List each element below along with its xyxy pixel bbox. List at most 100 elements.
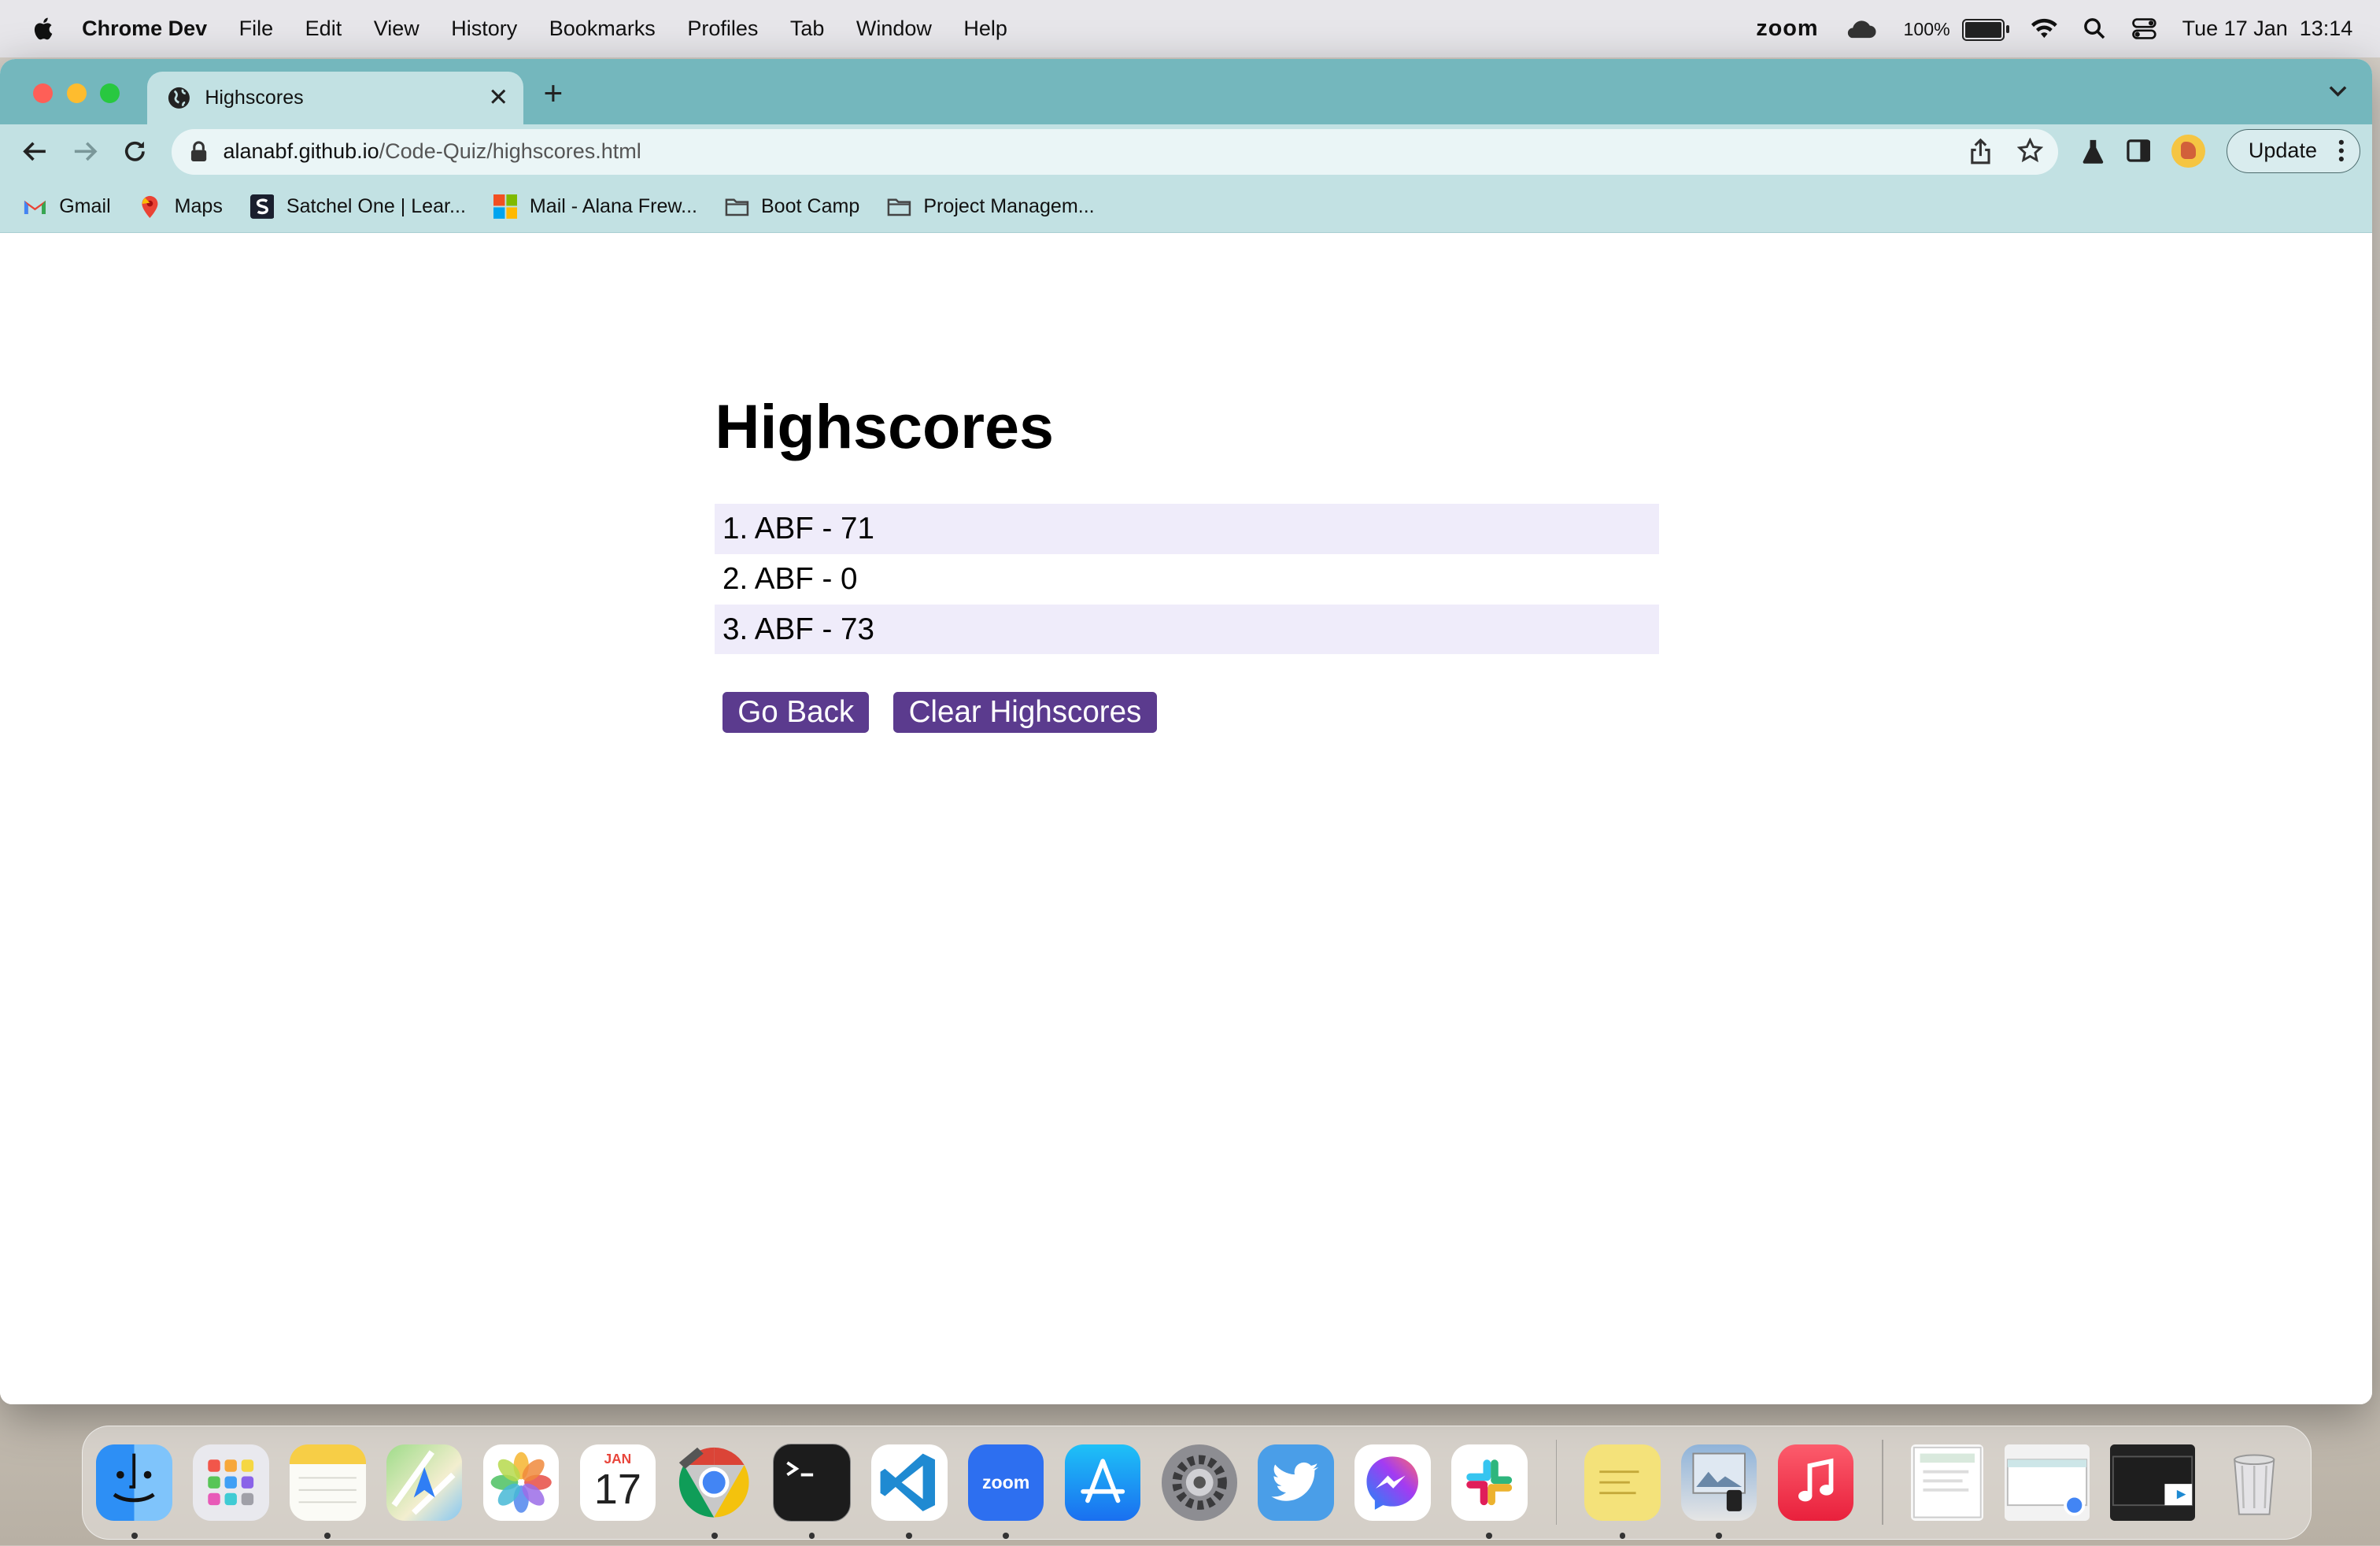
dock-photos[interactable] bbox=[482, 1444, 560, 1521]
photos-icon bbox=[490, 1452, 552, 1513]
dock-terminal[interactable] bbox=[773, 1444, 851, 1539]
zoom-status-item[interactable]: zoom bbox=[1756, 16, 1818, 42]
dock-separator bbox=[1555, 1440, 1558, 1526]
chrome-dev-icon bbox=[679, 1447, 750, 1518]
menu-history[interactable]: History bbox=[451, 17, 517, 41]
dock-zoom[interactable]: zoom bbox=[967, 1444, 1044, 1539]
calendar-day: 17 bbox=[593, 1465, 641, 1513]
highscores-list: 1. ABF - 71 2. ABF - 0 3. ABF - 73 bbox=[715, 504, 1659, 655]
share-icon[interactable] bbox=[1968, 138, 1993, 165]
close-tab-icon[interactable]: ✕ bbox=[488, 83, 508, 112]
new-tab-button[interactable]: + bbox=[543, 77, 563, 110]
twitter-bird-icon bbox=[1271, 1463, 1319, 1501]
dock-twitter[interactable] bbox=[1258, 1444, 1334, 1521]
dock-vscode[interactable] bbox=[871, 1444, 948, 1539]
bookmark-label: Gmail bbox=[59, 194, 111, 217]
finder-icon bbox=[113, 1453, 156, 1503]
dock-system-settings[interactable] bbox=[1161, 1444, 1238, 1521]
tab-highscores[interactable]: Highscores ✕ bbox=[147, 71, 524, 125]
dock-launchpad[interactable] bbox=[193, 1444, 269, 1521]
menu-extras: zoom 100% Tue 17 Jan 13:14 bbox=[1756, 0, 2352, 57]
maps-pin-icon bbox=[142, 195, 158, 218]
bookmarks-bar: Gmail Maps Satchel One | Lear... Mail - … bbox=[0, 180, 2373, 234]
lock-icon[interactable] bbox=[190, 141, 208, 162]
bookmark-mail[interactable]: Mail - Alana Frew... bbox=[493, 194, 697, 219]
apple-icon[interactable] bbox=[31, 15, 58, 43]
close-window-button[interactable] bbox=[33, 83, 54, 104]
browser-window: Highscores ✕ + alanabf.github.io/Code-Qu… bbox=[0, 59, 2373, 1404]
address-bar[interactable]: alanabf.github.io/Code-Quiz/highscores.h… bbox=[171, 128, 2059, 175]
menu-tab[interactable]: Tab bbox=[790, 17, 825, 41]
dock-calendar[interactable]: JAN 17 bbox=[579, 1444, 656, 1521]
browser-toolbar: alanabf.github.io/Code-Quiz/highscores.h… bbox=[0, 124, 2373, 181]
back-arrow-icon[interactable] bbox=[21, 138, 49, 165]
omnibox-actions bbox=[1968, 138, 2043, 165]
battery-status[interactable]: 100% bbox=[1903, 17, 2009, 41]
fullscreen-window-button[interactable] bbox=[100, 83, 120, 104]
bookmark-folder-boot-camp[interactable]: Boot Camp bbox=[725, 194, 860, 219]
clock[interactable]: Tue 17 Jan 13:14 bbox=[2182, 17, 2353, 41]
side-panel-icon[interactable] bbox=[2126, 139, 2151, 163]
messenger-icon bbox=[1366, 1456, 1419, 1511]
bookmark-folder-project-management[interactable]: Project Managem... bbox=[887, 194, 1095, 219]
reload-icon[interactable] bbox=[121, 138, 149, 165]
dock-app-store[interactable] bbox=[1064, 1444, 1141, 1521]
minimize-window-button[interactable] bbox=[66, 83, 87, 104]
dock-slack[interactable] bbox=[1451, 1444, 1528, 1539]
dock-messenger[interactable] bbox=[1354, 1444, 1431, 1521]
dock-music[interactable] bbox=[1777, 1444, 1854, 1521]
control-center-icon[interactable] bbox=[2132, 18, 2156, 39]
url-host: alanabf.github.io bbox=[223, 139, 379, 164]
forward-arrow-icon[interactable] bbox=[72, 138, 99, 165]
battery-icon bbox=[1961, 19, 2009, 41]
dock-stickies[interactable] bbox=[1584, 1444, 1661, 1539]
menu-view[interactable]: View bbox=[374, 17, 419, 41]
menu-profiles[interactable]: Profiles bbox=[687, 17, 758, 41]
bookmark-label: Project Managem... bbox=[923, 194, 1095, 217]
dock-finder[interactable] bbox=[96, 1444, 172, 1539]
menu-bookmarks[interactable]: Bookmarks bbox=[549, 17, 656, 41]
chevron-down-icon[interactable] bbox=[2327, 80, 2349, 102]
menu-file[interactable]: File bbox=[239, 17, 274, 41]
cloud-icon[interactable] bbox=[1844, 18, 1877, 39]
calendar-month: JAN bbox=[604, 1450, 632, 1466]
maps-icon bbox=[391, 1450, 456, 1515]
search-icon[interactable] bbox=[2083, 17, 2106, 40]
dock-preview[interactable] bbox=[1681, 1444, 1757, 1539]
toolbar-actions: Update bbox=[2081, 128, 2360, 173]
menu-window[interactable]: Window bbox=[856, 17, 932, 41]
go-back-button[interactable]: Go Back bbox=[722, 692, 870, 734]
battery-percent: 100% bbox=[1903, 19, 1950, 40]
satchel-one-icon bbox=[249, 194, 275, 219]
bookmark-label: Mail - Alana Frew... bbox=[529, 194, 697, 217]
bookmark-star-icon[interactable] bbox=[2017, 138, 2043, 164]
bookmark-gmail[interactable]: Gmail bbox=[23, 194, 111, 219]
bookmark-satchel-one[interactable]: Satchel One | Lear... bbox=[249, 194, 466, 219]
dock-notes[interactable] bbox=[290, 1444, 366, 1539]
bookmark-maps[interactable]: Maps bbox=[138, 194, 223, 219]
menu-app-name[interactable]: Chrome Dev bbox=[82, 17, 207, 41]
document-thumbnail-icon bbox=[1913, 1446, 1982, 1518]
trash-icon bbox=[2233, 1454, 2275, 1515]
menu-help[interactable]: Help bbox=[963, 17, 1007, 41]
highscore-item: 3. ABF - 73 bbox=[715, 604, 1659, 655]
dock-maps[interactable] bbox=[386, 1444, 463, 1521]
menu-edit[interactable]: Edit bbox=[305, 17, 342, 41]
web-page: Highscores 1. ABF - 71 2. ABF - 0 3. ABF… bbox=[0, 233, 2373, 1404]
zoom-icon-label: zoom bbox=[981, 1471, 1030, 1492]
wifi-icon[interactable] bbox=[2031, 18, 2058, 39]
dock: JAN 17 zoom bbox=[82, 1425, 2312, 1540]
dock-window-thumbnail[interactable] bbox=[2110, 1444, 2196, 1521]
bookmark-label: Satchel One | Lear... bbox=[286, 194, 466, 217]
dock-chrome-dev[interactable] bbox=[676, 1444, 752, 1539]
dock-window-thumbnail[interactable] bbox=[1910, 1444, 1984, 1521]
dock-trash[interactable] bbox=[2216, 1444, 2292, 1520]
more-options-icon[interactable] bbox=[2338, 139, 2345, 163]
bookmark-label: Boot Camp bbox=[760, 194, 860, 217]
launchpad-icon bbox=[208, 1459, 254, 1506]
profile-avatar[interactable] bbox=[2171, 134, 2205, 168]
dock-window-thumbnail[interactable] bbox=[2004, 1444, 2090, 1521]
update-button[interactable]: Update bbox=[2226, 128, 2360, 173]
labs-flask-icon[interactable] bbox=[2081, 138, 2105, 165]
clear-highscores-button[interactable]: Clear Highscores bbox=[893, 692, 1157, 734]
